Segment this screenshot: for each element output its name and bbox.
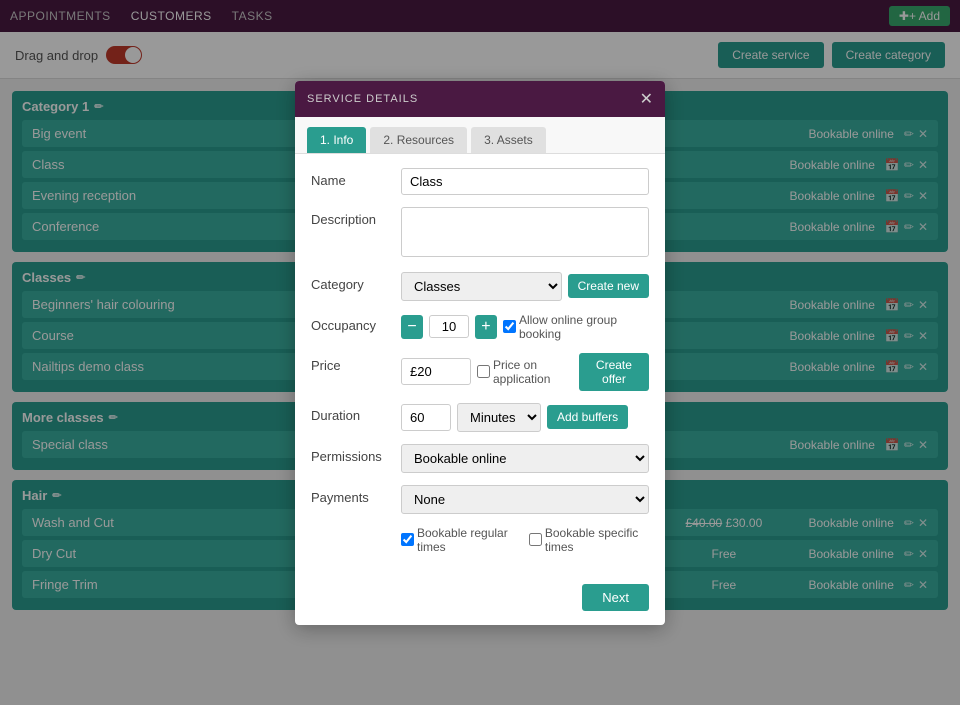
create-new-category-button[interactable]: Create new [568, 274, 649, 298]
occupancy-label: Occupancy [311, 313, 401, 333]
dialog-body: Name Description Category Classes Cate [295, 154, 665, 578]
price-input[interactable] [401, 358, 471, 385]
payments-label: Payments [311, 485, 401, 505]
duration-control-wrap: Minutes Hours Add buffers [401, 403, 649, 432]
allow-group-booking-label: Allow online group booking [503, 313, 649, 341]
dialog-title: SERVICE DETAILS [307, 93, 418, 105]
occupancy-input[interactable] [429, 315, 469, 338]
tab-assets[interactable]: 3. Assets [471, 127, 546, 153]
dialog-overlay: SERVICE DETAILS ✕ 1. Info 2. Resources 3… [0, 0, 960, 705]
duration-unit-select[interactable]: Minutes Hours [457, 403, 541, 432]
tab-info[interactable]: 1. Info [307, 127, 366, 153]
bookable-specific-times-checkbox[interactable] [529, 533, 542, 546]
permissions-label: Permissions [311, 444, 401, 464]
create-offer-button[interactable]: Create offer [579, 353, 649, 391]
price-control-wrap: Price on application Create offer [401, 353, 649, 391]
add-buffers-button[interactable]: Add buffers [547, 405, 628, 429]
tab-resources[interactable]: 2. Resources [370, 127, 467, 153]
bookable-specific-times-label: Bookable specific times [529, 526, 649, 554]
dialog-close-button[interactable]: ✕ [640, 89, 653, 109]
permissions-select[interactable]: Bookable online Staff only [401, 444, 649, 473]
name-label: Name [311, 168, 401, 188]
form-row-payments: Payments None Required Optional [311, 485, 649, 514]
duration-label: Duration [311, 403, 401, 423]
category-label: Category [311, 272, 401, 292]
service-details-dialog: SERVICE DETAILS ✕ 1. Info 2. Resources 3… [295, 81, 665, 625]
next-button[interactable]: Next [582, 584, 649, 611]
description-input[interactable] [401, 207, 649, 257]
price-label: Price [311, 353, 401, 373]
occupancy-plus-button[interactable]: + [475, 315, 497, 339]
dialog-tabs: 1. Info 2. Resources 3. Assets [295, 117, 665, 154]
occupancy-control-wrap: − + Allow online group booking [401, 313, 649, 341]
form-row-description: Description [311, 207, 649, 260]
form-row-permissions: Permissions Bookable online Staff only [311, 444, 649, 473]
permissions-control-wrap: Bookable online Staff only [401, 444, 649, 473]
price-on-application-checkbox[interactable] [477, 365, 490, 378]
bookable-regular-times-checkbox[interactable] [401, 533, 414, 546]
payments-control-wrap: None Required Optional [401, 485, 649, 514]
dialog-header: SERVICE DETAILS ✕ [295, 81, 665, 117]
allow-group-booking-checkbox[interactable] [503, 320, 516, 333]
form-row-duration: Duration Minutes Hours Add buffers [311, 403, 649, 432]
description-label: Description [311, 207, 401, 227]
price-on-application-label: Price on application [477, 358, 573, 386]
payments-select[interactable]: None Required Optional [401, 485, 649, 514]
booking-times-row: Bookable regular times Bookable specific… [311, 526, 649, 554]
bookable-regular-times-label: Bookable regular times [401, 526, 519, 554]
occupancy-minus-button[interactable]: − [401, 315, 423, 339]
dialog-footer: Next [295, 578, 665, 625]
form-row-name: Name [311, 168, 649, 195]
form-row-occupancy: Occupancy − + Allow online group booking [311, 313, 649, 341]
description-control-wrap [401, 207, 649, 260]
form-row-category: Category Classes Category 1 More classes… [311, 272, 649, 301]
duration-input[interactable] [401, 404, 451, 431]
form-row-price: Price Price on application Create offer [311, 353, 649, 391]
category-control-wrap: Classes Category 1 More classes Hair Cre… [401, 272, 649, 301]
category-select[interactable]: Classes Category 1 More classes Hair [401, 272, 562, 301]
name-input[interactable] [401, 168, 649, 195]
name-control-wrap [401, 168, 649, 195]
